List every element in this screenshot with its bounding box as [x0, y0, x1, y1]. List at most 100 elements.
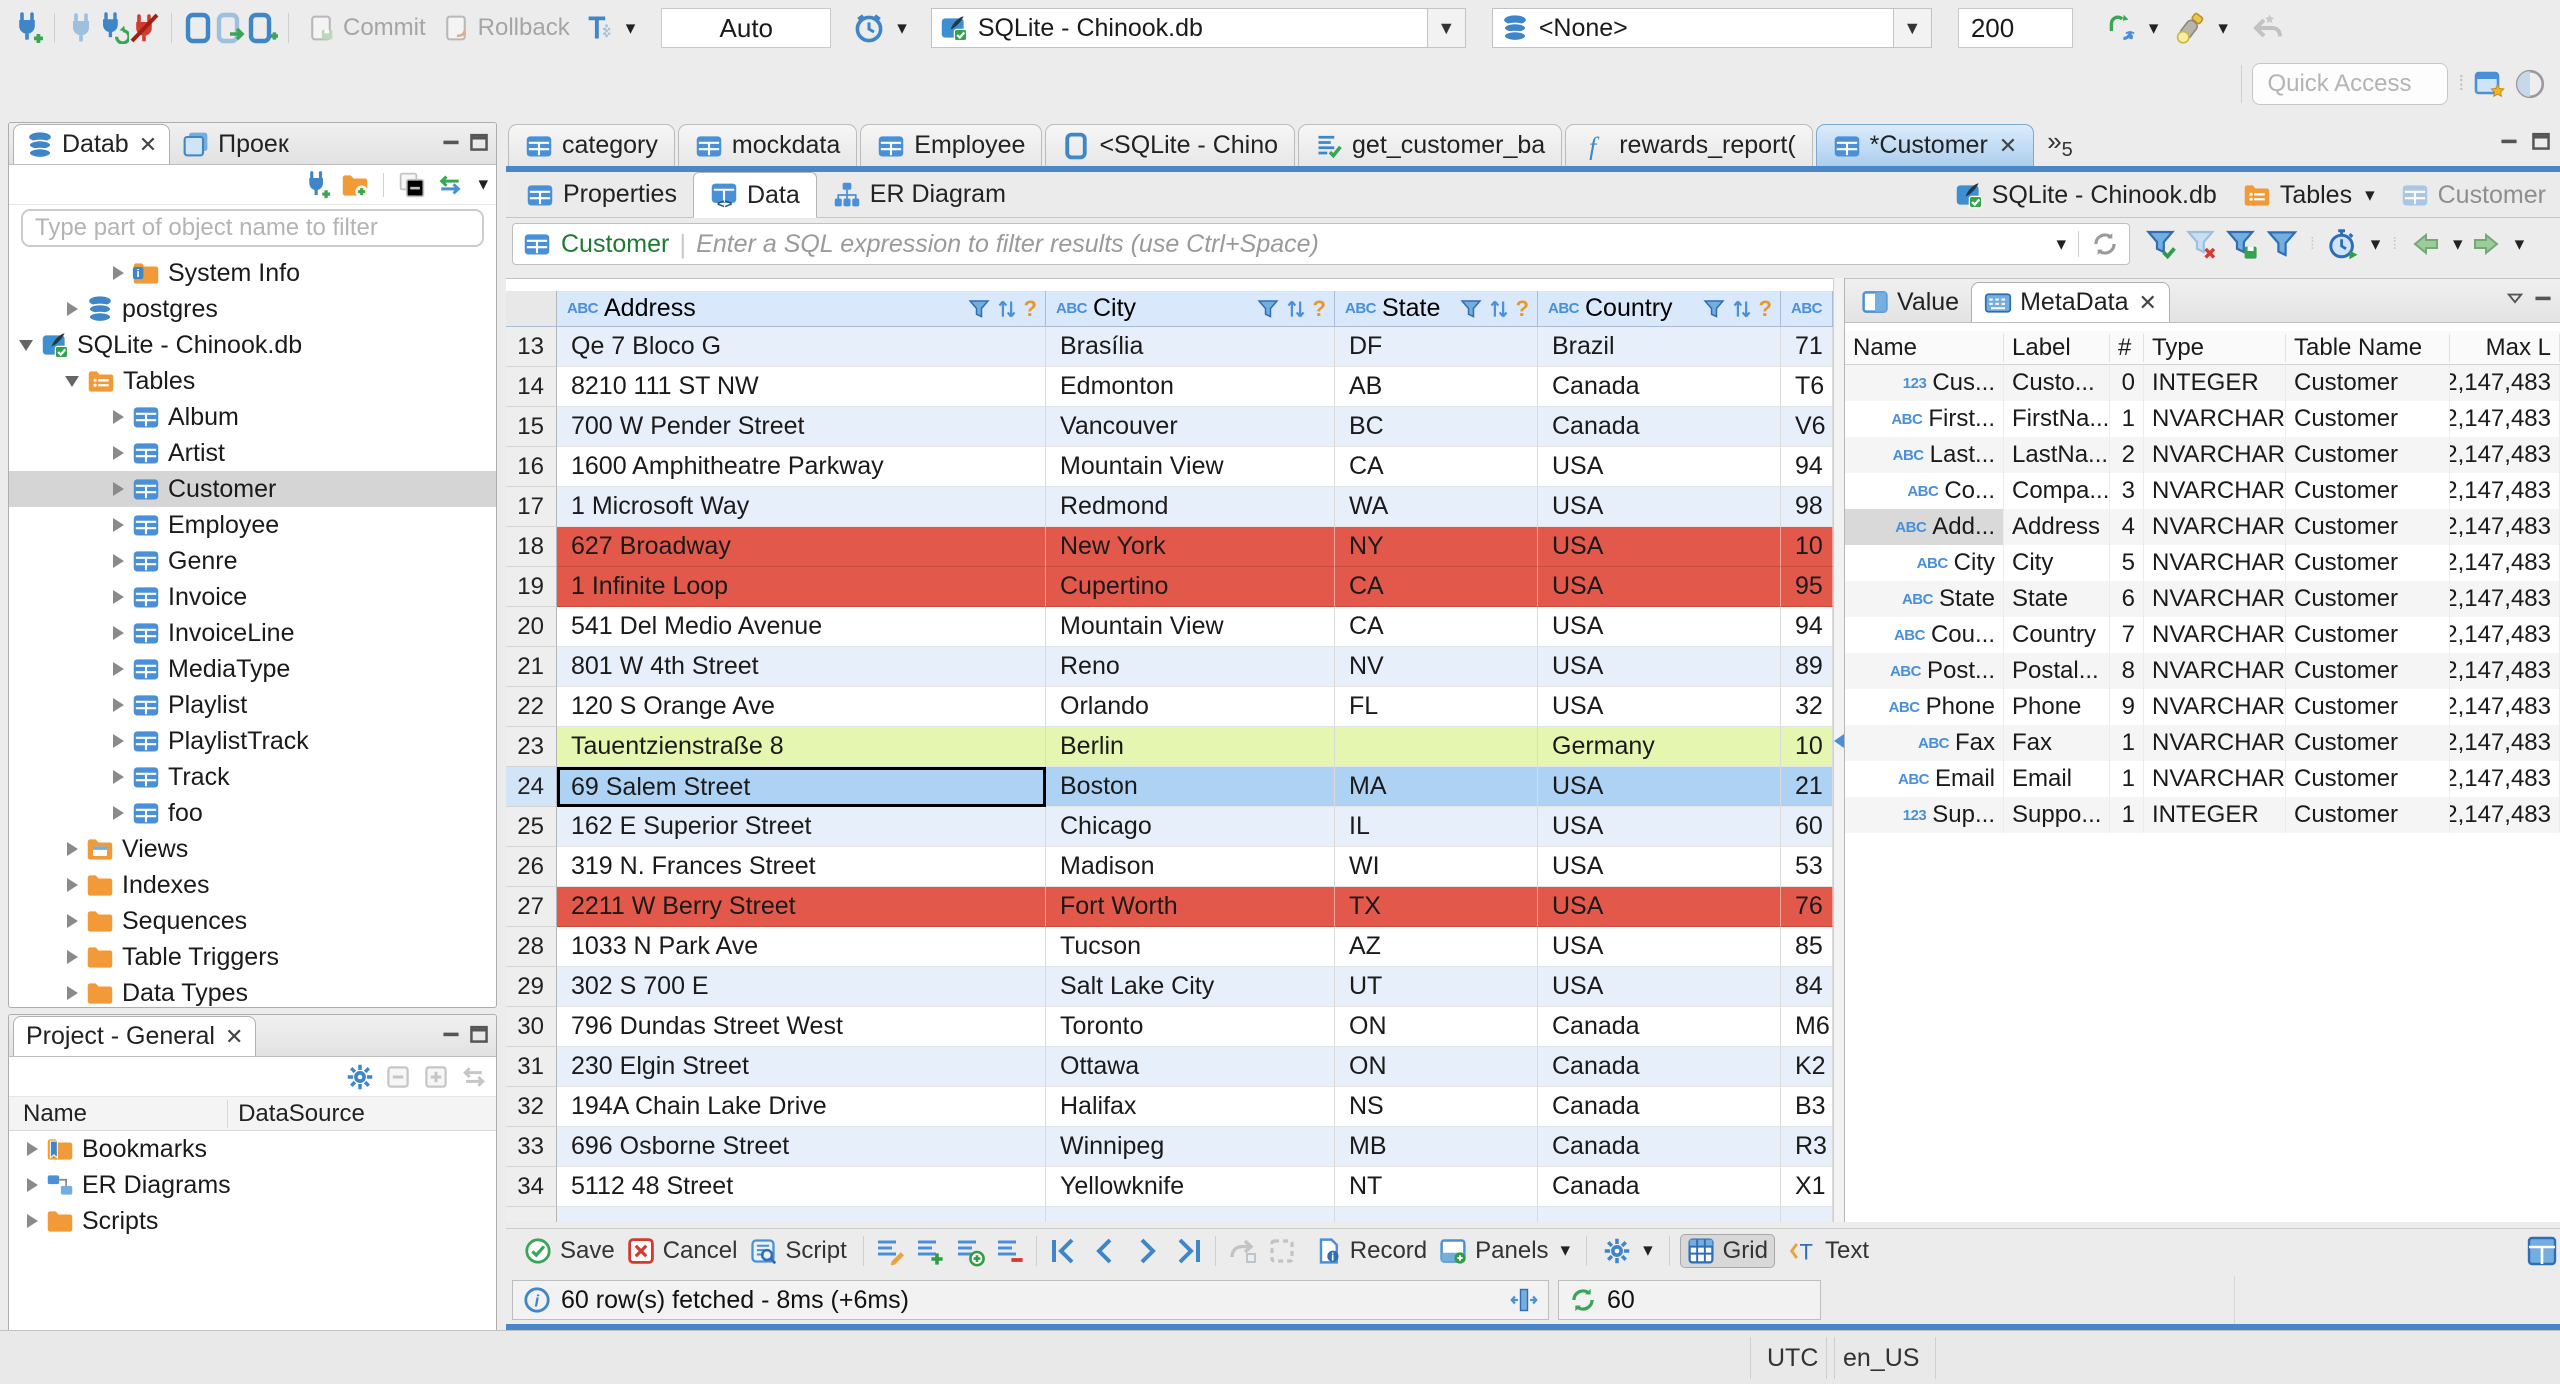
meta-cell-maxlength[interactable]: 2,147,483: [2450, 401, 2560, 437]
grid-cell-postalcode[interactable]: 94: [1781, 447, 1833, 487]
meta-row-email[interactable]: ABC Email Email 1 NVARCHAR Customer 2,147,483: [1845, 761, 2560, 797]
grid-cell-address[interactable]: 230 Elgin Street: [557, 1047, 1046, 1087]
meta-cell-name[interactable]: ABC Email: [1845, 761, 2004, 797]
grid-row-30[interactable]: 30 796 Dundas Street West Toronto ON Canada M…: [506, 1007, 1833, 1047]
grid-cell-country[interactable]: USA: [1538, 447, 1781, 487]
grid-cell-city[interactable]: New York: [1046, 527, 1335, 567]
grid-cell-city[interactable]: Mountain View: [1046, 607, 1335, 647]
row-number[interactable]: 15: [506, 407, 557, 447]
grid-row-17[interactable]: 17 1 Microsoft Way Redmond WA USA 98: [506, 487, 1833, 527]
editor-tab-mockdata[interactable]: mockdata: [677, 124, 858, 166]
meta-cell-maxlength[interactable]: 2,147,483: [2450, 725, 2560, 761]
grid-row-15[interactable]: 15 700 W Pender Street Vancouver BC Canada V6: [506, 407, 1833, 447]
meta-cell-type[interactable]: INTEGER: [2144, 365, 2286, 401]
apply-filter-icon[interactable]: [2146, 228, 2178, 260]
result-tab-data[interactable]: <> Data: [692, 172, 817, 218]
minimize-icon[interactable]: [440, 1023, 462, 1045]
meta-cell-label[interactable]: Postal...: [2004, 653, 2110, 689]
minimize-icon[interactable]: [440, 131, 462, 153]
editor-tab-category[interactable]: category: [508, 124, 675, 166]
meta-cell-ordinal[interactable]: 8: [2110, 653, 2144, 689]
grid-corner-cell[interactable]: [506, 291, 557, 326]
meta-cell-table[interactable]: Customer: [2286, 689, 2450, 725]
column-header-state[interactable]: ABC State ?: [1335, 291, 1538, 326]
grid-cell-postalcode[interactable]: 98: [1781, 487, 1833, 527]
rollback-button[interactable]: Rollback: [434, 10, 578, 46]
grid-row-16[interactable]: 16 1600 Amphitheatre Parkway Mountain View…: [506, 447, 1833, 487]
row-number[interactable]: 17: [506, 487, 557, 527]
grid-cell-address[interactable]: 1600 Amphitheatre Parkway: [557, 447, 1046, 487]
meta-cell-table[interactable]: Customer: [2286, 653, 2450, 689]
tab-overflow-indicator[interactable]: »5: [2047, 126, 2073, 162]
grid-cell-address[interactable]: 8210 111 ST NW: [557, 367, 1046, 407]
meta-cell-ordinal[interactable]: 5: [2110, 545, 2144, 581]
grid-cell-postalcode[interactable]: M6: [1781, 1007, 1833, 1047]
grid-cell-address[interactable]: 319 N. Frances Street: [557, 847, 1046, 887]
connection-selector[interactable]: SQLite - Chinook.db ▼: [930, 8, 1466, 48]
meta-cell-name[interactable]: ABC State: [1845, 581, 2004, 617]
editor-tab-customer[interactable]: *Customer ✕: [1815, 124, 2035, 166]
meta-cell-table[interactable]: Customer: [2286, 545, 2450, 581]
close-icon[interactable]: ✕: [1999, 133, 2017, 159]
expand-arrow-icon[interactable]: [113, 482, 124, 496]
auto-refresh-timer-icon[interactable]: [2327, 228, 2359, 260]
meta-cell-ordinal[interactable]: 7: [2110, 617, 2144, 653]
expand-arrow-icon[interactable]: [113, 590, 124, 604]
grid-cell-city[interactable]: Edmonton: [1046, 367, 1335, 407]
script-button[interactable]: Script: [743, 1235, 852, 1267]
grid-cell-address[interactable]: 627 Broadway: [557, 527, 1046, 567]
grid-cell-state[interactable]: FL: [1335, 687, 1538, 727]
schema-selector[interactable]: <None> ▼: [1491, 8, 1932, 48]
grid-cell-country[interactable]: USA: [1538, 527, 1781, 567]
expand-arrow-icon[interactable]: [113, 770, 124, 784]
meta-cell-ordinal[interactable]: 6: [2110, 581, 2144, 617]
meta-cell-label[interactable]: FirstNa...: [2004, 401, 2110, 437]
row-number[interactable]: 13: [506, 327, 557, 367]
editor-tab-get-customer-ba[interactable]: get_customer_ba: [1298, 124, 1563, 166]
meta-cell-table[interactable]: Customer: [2286, 365, 2450, 401]
meta-cell-table[interactable]: Customer: [2286, 437, 2450, 473]
grid-row-13[interactable]: 13 Qe 7 Bloco G Brasília DF Brazil 71: [506, 327, 1833, 367]
meta-cell-ordinal[interactable]: 1: [2110, 401, 2144, 437]
grid-cell-address[interactable]: 2211 W Berry Street: [557, 887, 1046, 927]
meta-row-firstna[interactable]: ABC First... FirstNa... 1 NVARCHAR Customer 2…: [1845, 401, 2560, 437]
grid-cell-country[interactable]: USA: [1538, 687, 1781, 727]
grid-row-28[interactable]: 28 1033 N Park Ave Tucson AZ USA 85: [506, 927, 1833, 967]
row-number[interactable]: 18: [506, 527, 557, 567]
row-number[interactable]: 24: [506, 767, 557, 807]
column-help-icon[interactable]: ?: [1313, 296, 1326, 322]
meta-cell-name[interactable]: ABC Co...: [1845, 473, 2004, 509]
meta-cell-maxlength[interactable]: 2,147,483: [2450, 545, 2560, 581]
meta-cell-label[interactable]: Suppo...: [2004, 797, 2110, 833]
row-number[interactable]: 34: [506, 1167, 557, 1207]
expand-arrow-icon[interactable]: [113, 410, 124, 424]
connect-icon[interactable]: [65, 12, 97, 44]
meta-cell-type[interactable]: NVARCHAR: [2144, 689, 2286, 725]
meta-cell-ordinal[interactable]: 9: [2110, 689, 2144, 725]
save-filter-icon[interactable]: [2226, 228, 2258, 260]
row-number[interactable]: 32: [506, 1087, 557, 1127]
expand-arrow-icon[interactable]: [113, 734, 124, 748]
grid-cell-country[interactable]: Canada: [1538, 1047, 1781, 1087]
expand-arrow-icon[interactable]: [113, 554, 124, 568]
grid-cell-city[interactable]: Salt Lake City: [1046, 967, 1335, 1007]
grid-cell-country[interactable]: USA: [1538, 927, 1781, 967]
sql-editor-icon[interactable]: [182, 12, 214, 44]
tree-item-system-info[interactable]: i System Info: [9, 255, 496, 291]
grid-cell-address[interactable]: 120 S Orange Ave: [557, 687, 1046, 727]
grid-cell-city[interactable]: Toronto: [1046, 1007, 1335, 1047]
tree-item-sqlite-chinook-db[interactable]: SQLite - Chinook.db: [9, 327, 496, 363]
grid-cell-postalcode[interactable]: 85: [1781, 927, 1833, 967]
column-header-datasource[interactable]: DataSource: [227, 1099, 496, 1128]
project-item-bookmarks[interactable]: Bookmarks: [9, 1131, 496, 1167]
new-folder-icon[interactable]: [341, 171, 369, 199]
grid-row-20[interactable]: 20 541 Del Medio Avenue Mountain View CA USA…: [506, 607, 1833, 647]
grid-cell-country[interactable]: USA: [1538, 887, 1781, 927]
row-number[interactable]: 23: [506, 727, 557, 767]
grid-cell-state[interactable]: AB: [1335, 367, 1538, 407]
column-header-address[interactable]: ABC Address ?: [557, 291, 1046, 326]
grid-cell-state[interactable]: WI: [1335, 847, 1538, 887]
meta-cell-maxlength[interactable]: 2,147,483: [2450, 437, 2560, 473]
expand-gray-icon[interactable]: [422, 1063, 450, 1091]
grid-cell-postalcode[interactable]: X1: [1781, 1167, 1833, 1207]
